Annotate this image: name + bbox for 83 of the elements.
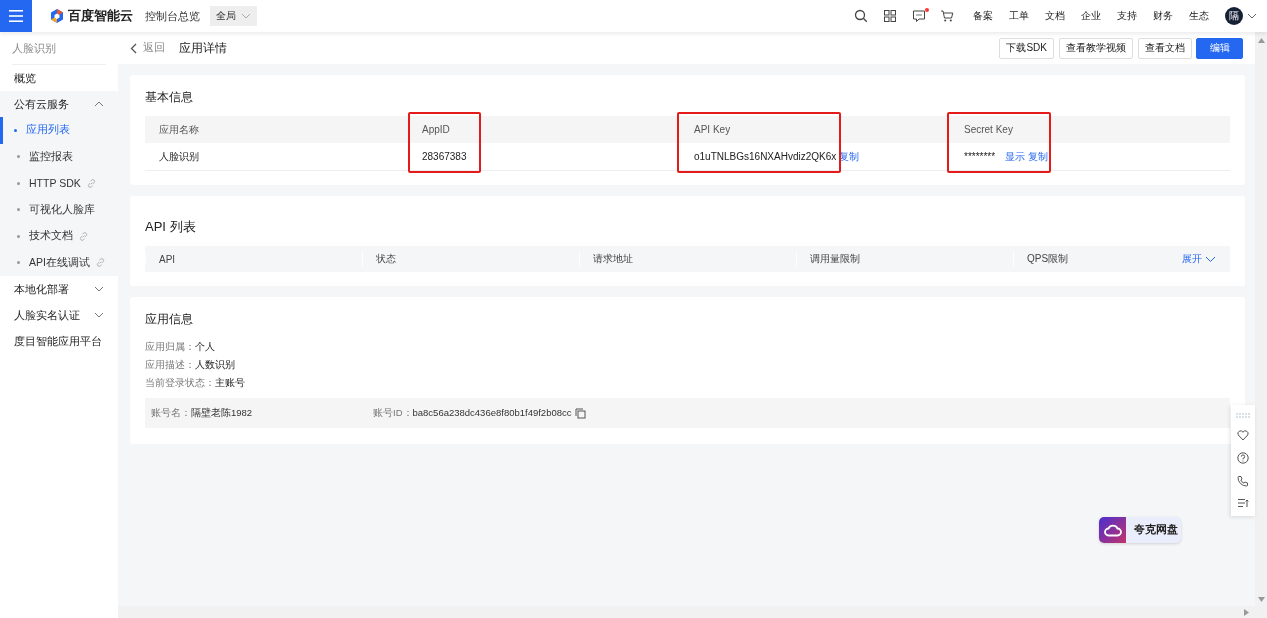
table-header-cell: 应用名称 xyxy=(145,116,408,143)
sidebar-item[interactable]: 度目智能应用平台 xyxy=(0,328,118,354)
message-icon[interactable] xyxy=(912,9,927,23)
chevron-down-icon xyxy=(94,312,104,318)
bullet-icon xyxy=(17,155,20,159)
sidebar-subitem[interactable]: HTTP SDK xyxy=(0,170,118,197)
page-title: 应用详情 xyxy=(179,40,227,56)
heart-icon[interactable] xyxy=(1237,430,1249,441)
table-link[interactable]: 复制 xyxy=(1028,149,1049,164)
phone-icon[interactable] xyxy=(1237,475,1249,487)
bullet-icon xyxy=(17,181,20,185)
bullet-icon xyxy=(17,261,20,265)
link-icon xyxy=(94,257,106,269)
chevron-down-icon xyxy=(241,13,251,19)
chevron-left-icon xyxy=(130,42,137,54)
menu-icon xyxy=(9,10,23,22)
section-title: 基本信息 xyxy=(145,89,194,106)
chevron-down-icon[interactable] xyxy=(1247,13,1257,19)
section-title: API 列表 xyxy=(145,218,197,236)
link-icon xyxy=(85,177,97,189)
menu-button[interactable] xyxy=(0,0,32,32)
sidebar-subitem[interactable]: 应用列表 xyxy=(0,117,118,144)
nav-link[interactable]: 支持 xyxy=(1117,9,1137,23)
brand-name[interactable]: 百度智能云 xyxy=(68,7,133,25)
sidebar-subitem[interactable]: 技术文档 xyxy=(0,223,118,250)
table-header-cell: API Key xyxy=(680,116,950,143)
header-button[interactable]: 下载SDK xyxy=(999,37,1054,59)
info-line: 应用描述：人数识别 xyxy=(145,358,236,372)
nav-link[interactable]: 财务 xyxy=(1153,9,1173,23)
bullet-icon xyxy=(17,208,20,212)
table-header-cell: 状态 xyxy=(362,252,579,266)
table-link[interactable]: 显示 xyxy=(1005,149,1026,164)
link-icon xyxy=(78,230,89,242)
account-field: 账号名：隔壁老陈1982 xyxy=(151,406,253,420)
table-header-cell: AppID xyxy=(408,116,680,143)
sidebar-group[interactable]: 本地化部署 xyxy=(0,276,118,302)
back-link[interactable]: 返回 xyxy=(130,41,165,55)
sidebar-item[interactable]: 概览 xyxy=(0,65,118,91)
header-button[interactable]: 查看教学视频 xyxy=(1059,37,1133,59)
logo-icon xyxy=(49,8,65,24)
nav-link[interactable]: 备案 xyxy=(973,9,993,23)
header-button[interactable]: 编辑 xyxy=(1196,37,1243,59)
nav-link[interactable]: 工单 xyxy=(1009,9,1029,23)
header-button[interactable]: 查看文档 xyxy=(1138,37,1192,59)
info-line: 当前登录状态：主账号 xyxy=(145,376,246,390)
sidebar-group[interactable]: 人脸实名认证 xyxy=(0,302,118,328)
cloud-icon xyxy=(1103,523,1122,537)
bullet-icon xyxy=(17,234,20,238)
region-dropdown[interactable]: 全局 xyxy=(210,6,257,26)
account-field: 账号ID：ba8c56a238dc436e8f80b1f49f2b08cc xyxy=(373,406,572,420)
expand-link[interactable]: 展开 xyxy=(1182,246,1216,272)
sidebar-title: 人脸识别 xyxy=(12,32,106,65)
list-icon[interactable] xyxy=(1237,498,1249,508)
avatar[interactable]: 隔 xyxy=(1225,7,1243,25)
sidebar-subitem[interactable]: 监控报表 xyxy=(0,143,118,170)
chevron-down-icon xyxy=(94,286,104,292)
bullet-icon xyxy=(14,128,17,132)
cart-icon[interactable] xyxy=(940,9,954,23)
horizontal-scrollbar[interactable] xyxy=(118,606,1267,618)
table-cell: 人脸识别 xyxy=(159,149,199,164)
search-icon[interactable] xyxy=(854,9,868,23)
floating-badge[interactable]: 夸克网盘 xyxy=(1099,517,1181,543)
table-header-cell: 调用量限制 xyxy=(796,252,1013,266)
table-header-cell: 请求地址 xyxy=(579,252,796,266)
table-cell: 28367383 xyxy=(422,151,467,162)
console-link[interactable]: 控制台总览 xyxy=(145,8,200,24)
sidebar-subitem[interactable]: 可视化人脸库 xyxy=(0,196,118,223)
table-header-cell: API xyxy=(145,253,362,265)
chevron-up-icon xyxy=(94,101,104,107)
table-header-cell: Secret Key xyxy=(950,116,1230,143)
help-icon[interactable] xyxy=(1237,452,1249,464)
sidebar-subitem[interactable]: API在线调试 xyxy=(0,249,118,276)
nav-link[interactable]: 企业 xyxy=(1081,9,1101,23)
section-title: 应用信息 xyxy=(145,311,194,328)
info-line: 应用归属：个人 xyxy=(145,340,216,354)
dots-icon[interactable] xyxy=(1236,413,1250,419)
nav-link[interactable]: 生态 xyxy=(1189,9,1209,23)
nav-link[interactable]: 文档 xyxy=(1045,9,1065,23)
copy-icon[interactable] xyxy=(574,407,586,419)
table-cell: o1uTNLBGs16NXAHvdiz2QK6x xyxy=(694,151,837,162)
sidebar-group[interactable]: 公有云服务 xyxy=(0,91,118,117)
chevron-down-icon xyxy=(1205,255,1216,263)
table-cell: ******** xyxy=(964,151,996,162)
